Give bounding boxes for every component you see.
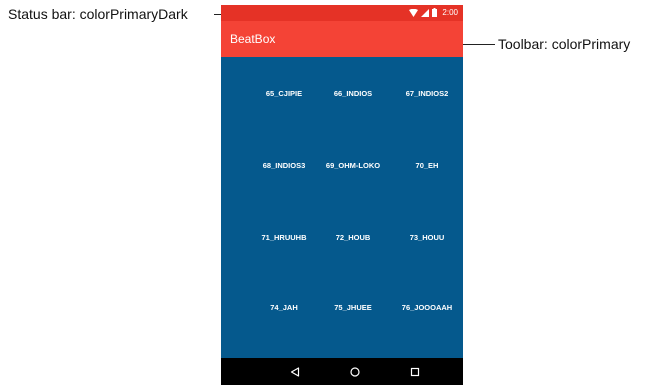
signal-icon [421,5,430,22]
sound-button[interactable]: 67_INDIOS2 [391,83,463,103]
sound-button[interactable]: 70_EH [391,155,463,175]
status-bar: 2:00 [221,5,463,21]
sound-button[interactable]: 72_HOUB [317,227,389,247]
sound-button[interactable]: 71_HRUUHB [248,227,320,247]
sound-button[interactable]: 73_HOUU [391,227,463,247]
toolbar-callout: Toolbar: colorPrimary [498,36,631,52]
phone-screen: 2:00 BeatBox 65_CJIPIE 66_INDIOS 67_INDI… [221,5,463,385]
sound-button[interactable]: 69_OHM-LOKO [317,155,389,175]
sound-button[interactable]: 68_INDIOS3 [248,155,320,175]
back-icon[interactable] [287,364,303,380]
home-icon[interactable] [347,364,363,380]
recents-icon[interactable] [407,364,423,380]
sound-button[interactable]: 65_CJIPIE [248,83,320,103]
status-bar-callout: Status bar: colorPrimaryDark [8,6,188,22]
status-icons: 2:00 [409,7,458,19]
battery-icon [432,5,438,22]
app-title: BeatBox [230,32,276,46]
sound-grid: 65_CJIPIE 66_INDIOS 67_INDIOS2 68_INDIOS… [221,57,463,358]
sound-button[interactable]: 66_INDIOS [317,83,389,103]
screenshot-stage: Status bar: colorPrimaryDark Toolbar: co… [0,0,647,385]
sound-button[interactable]: 75_JHUEE [317,297,389,317]
status-time: 2:00 [442,8,458,17]
sound-button[interactable]: 76_JOOOAAH [391,297,463,317]
wifi-icon [409,5,419,22]
sound-button[interactable]: 74_JAH [248,297,320,317]
toolbar: BeatBox [221,21,463,57]
navigation-bar [221,358,463,385]
